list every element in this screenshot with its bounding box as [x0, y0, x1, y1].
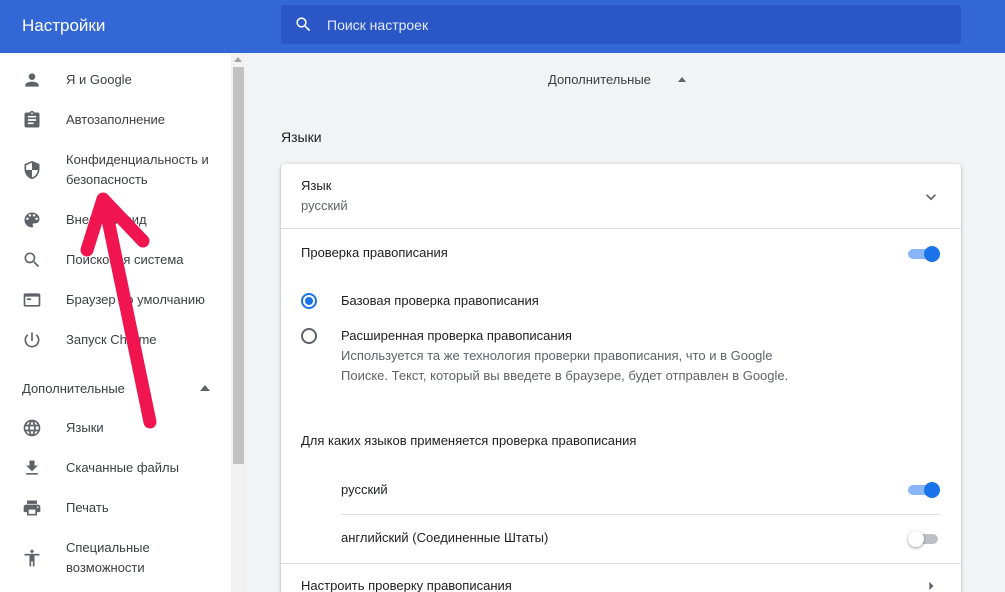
customize-spellcheck-row[interactable]: Настроить проверку правописания	[281, 564, 961, 592]
toggle-knob	[924, 246, 940, 262]
sidebar-item-label: Внешний вид	[66, 212, 147, 227]
sidebar-advanced-label: Дополнительные	[22, 381, 125, 396]
power-icon	[24, 332, 40, 348]
sidebar-item-label: Поисковая система	[66, 252, 184, 267]
toggle-knob	[908, 531, 924, 547]
languages-card: Язык русский Проверка правописания Базов…	[281, 164, 961, 592]
sidebar-item-you-and-google[interactable]: Я и Google	[0, 60, 230, 100]
language-value: русский	[301, 198, 348, 213]
sidebar-advanced-header[interactable]: Дополнительные	[22, 379, 212, 399]
top-bar: Настройки	[0, 0, 1005, 53]
basic-spellcheck-label[interactable]: Базовая проверка правописания	[341, 291, 539, 311]
divider	[281, 228, 961, 229]
section-title: Языки	[281, 129, 322, 145]
chevron-down-icon[interactable]	[921, 187, 941, 207]
palette-icon	[24, 212, 40, 228]
sidebar-item-label: Запуск Chrome	[66, 332, 157, 347]
language-row[interactable]: Язык русский	[281, 164, 961, 228]
sidebar-item-on-startup[interactable]: Запуск Chrome	[0, 320, 230, 360]
sidebar-item-languages[interactable]: Языки	[0, 408, 230, 448]
shield-icon	[24, 160, 40, 180]
spellcheck-language-toggle[interactable]	[908, 531, 942, 547]
sidebar-item-downloads[interactable]: Скачанные файлы	[0, 448, 230, 488]
sidebar-item-accessibility[interactable]: Специальные возможности	[0, 528, 230, 588]
sidebar-item-printing[interactable]: Печать	[0, 488, 230, 528]
search-icon	[24, 252, 40, 268]
person-icon	[25, 73, 39, 87]
search-icon	[296, 17, 311, 32]
advanced-toggle-label: Дополнительные	[548, 72, 651, 87]
clipboard-icon	[24, 110, 40, 128]
toggle-knob	[924, 482, 940, 498]
collapse-arrow-icon	[678, 77, 686, 82]
sidebar-item-label: Специальные возможности	[66, 540, 150, 575]
spellcheck-language-name: английский (Соединенные Штаты)	[341, 530, 549, 545]
search-input[interactable]	[327, 5, 927, 44]
spellcheck-label: Проверка правописания	[301, 245, 448, 260]
printer-icon	[23, 500, 41, 516]
sidebar-item-label: Печать	[66, 500, 109, 515]
basic-spellcheck-radio[interactable]	[301, 293, 317, 309]
spellcheck-languages-heading: Для каких языков применяется проверка пр…	[301, 433, 637, 448]
spellcheck-toggle[interactable]	[908, 246, 942, 262]
sidebar-scrollbar[interactable]	[231, 53, 246, 592]
sidebar-item-default-browser[interactable]: Браузер по умолчанию	[0, 280, 230, 320]
sidebar-item-privacy[interactable]: Конфиденциальность и безопасность	[0, 140, 230, 200]
sidebar-item-autofill[interactable]: Автозаполнение	[0, 100, 230, 140]
enhanced-spellcheck-label[interactable]: Расширенная проверка правописания	[341, 326, 572, 346]
sidebar-item-label: Браузер по умолчанию	[66, 292, 205, 307]
browser-icon	[23, 293, 41, 307]
divider	[341, 514, 941, 515]
sidebar-item-label: Скачанные файлы	[66, 460, 179, 475]
app-title: Настройки	[22, 16, 106, 35]
sidebar-item-label: Конфиденциальность и безопасность	[66, 152, 209, 187]
sidebar-item-label: Я и Google	[66, 72, 132, 87]
search-box[interactable]	[281, 5, 961, 44]
language-label: Язык	[301, 178, 332, 193]
enhanced-spellcheck-radio[interactable]	[301, 328, 317, 344]
sidebar-item-search-engine[interactable]: Поисковая система	[0, 240, 230, 280]
spellcheck-language-toggle[interactable]	[908, 482, 942, 498]
sidebar-item-label: Языки	[66, 420, 104, 435]
sidebar-item-appearance[interactable]: Внешний вид	[0, 200, 230, 240]
globe-icon	[23, 419, 41, 437]
sidebar-item-label: Автозаполнение	[66, 112, 166, 127]
enhanced-spellcheck-description: Используется та же технология проверки п…	[341, 348, 789, 383]
download-icon	[26, 460, 38, 475]
scroll-up-arrow-icon[interactable]	[234, 57, 242, 62]
collapse-arrow-icon	[200, 385, 210, 391]
accessibility-icon	[24, 549, 40, 567]
advanced-toggle[interactable]: Дополнительные	[548, 71, 698, 91]
scrollbar-thumb[interactable]	[233, 67, 244, 464]
customize-spellcheck-label: Настроить проверку правописания	[301, 578, 512, 592]
sidebar: Я и Google Автозаполнение Конфиденциальн…	[0, 53, 246, 592]
chevron-right-icon	[929, 581, 934, 591]
spellcheck-language-name: русский	[341, 482, 388, 497]
